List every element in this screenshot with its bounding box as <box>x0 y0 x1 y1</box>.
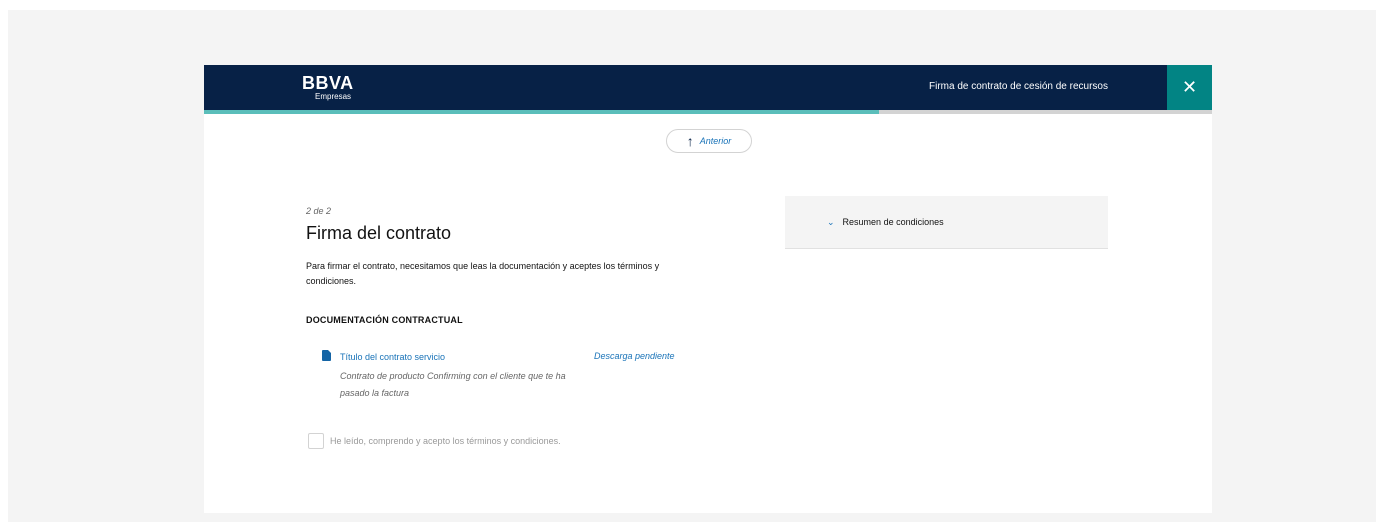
document-link[interactable]: Título del contrato servicio <box>340 352 445 362</box>
conditions-summary-accordion[interactable]: ⌄ Resumen de condiciones <box>785 196 1108 249</box>
chevron-down-icon: ⌄ <box>827 216 835 227</box>
logo-brand: BBVA <box>302 73 354 93</box>
document-description: Contrato de producto Confirming con el c… <box>340 371 566 398</box>
page-description: Para firmar el contrato, necesitamos que… <box>306 261 660 286</box>
close-button[interactable]: ✕ <box>1167 65 1212 110</box>
previous-button[interactable]: ↑ Anterior <box>666 129 752 153</box>
bbva-logo: BBVA Empresas <box>302 74 354 102</box>
conditions-summary-label: Resumen de condiciones <box>842 217 944 227</box>
section-title: DOCUMENTACIÓN CONTRACTUAL <box>306 315 463 325</box>
progress-bar-fill <box>204 110 880 114</box>
previous-button-label: Anterior <box>699 136 732 146</box>
page-background: BBVA Empresas Firma de contrato de cesió… <box>8 10 1376 522</box>
top-bar: BBVA Empresas Firma de contrato de cesió… <box>204 65 1212 110</box>
download-status: Descarga pendiente <box>594 351 675 361</box>
logo-subtitle: Empresas <box>315 92 352 101</box>
step-indicator: 2 de 2 <box>306 206 332 216</box>
flow-title: Firma de contrato de cesión de recursos <box>929 81 1108 92</box>
contract-card: BBVA Empresas Firma de contrato de cesió… <box>204 65 1212 513</box>
arrow-up-icon: ↑ <box>686 133 694 149</box>
page-title: Firma del contrato <box>306 223 452 243</box>
pdf-document-icon <box>322 350 331 361</box>
close-icon: ✕ <box>1181 77 1198 97</box>
terms-checkbox[interactable] <box>308 433 324 449</box>
terms-label: He leído, comprendo y acepto los término… <box>330 436 561 446</box>
progress-bar <box>204 110 1212 114</box>
